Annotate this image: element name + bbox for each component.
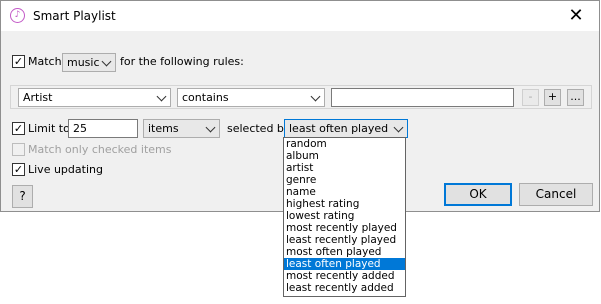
dropdown-option[interactable]: most recently added (284, 270, 405, 282)
dropdown-option[interactable]: least often played (284, 258, 405, 270)
dropdown-option[interactable]: name (284, 186, 405, 198)
live-updating-checkbox[interactable]: ✓ (12, 163, 25, 176)
selected-by-value: least often played (289, 122, 389, 135)
cancel-button[interactable]: Cancel (519, 183, 593, 206)
rule-operator-value: contains (182, 91, 229, 104)
dropdown-option[interactable]: least recently played (284, 234, 405, 246)
chevron-down-icon (310, 91, 321, 102)
limit-checkbox[interactable]: ✓ (12, 122, 25, 135)
selected-by-select[interactable]: least often played (284, 119, 408, 138)
live-updating-label: Live updating (28, 163, 103, 176)
selected-by-dropdown-list: random album artist genre name highest rating… (283, 137, 406, 297)
dropdown-option[interactable]: highest rating (284, 198, 405, 210)
dropdown-option[interactable]: genre (284, 174, 405, 186)
limit-unit-value: items (148, 122, 179, 135)
checkmark-icon: ✓ (13, 163, 24, 176)
chevron-down-icon (393, 122, 404, 133)
remove-rule-button[interactable]: - (522, 89, 539, 106)
dropdown-option[interactable]: most recently played (284, 222, 405, 234)
limit-unit-select[interactable]: items (143, 119, 220, 138)
match-label: Match (28, 55, 62, 68)
limit-amount-input[interactable]: 25 (68, 119, 138, 138)
itunes-icon: ♪ (10, 8, 25, 23)
close-icon: ✕ (568, 5, 584, 26)
chevron-down-icon (156, 91, 167, 102)
chevron-down-icon (205, 122, 216, 133)
add-rule-button[interactable]: + (544, 89, 561, 106)
title-bar: ♪ Smart Playlist ✕ (1, 1, 599, 31)
dropdown-option[interactable]: album (284, 150, 405, 162)
match-checkbox[interactable]: ✓ (12, 55, 25, 68)
rule-value-input[interactable] (331, 88, 514, 107)
rule-field-select[interactable]: Artist (18, 88, 171, 107)
dropdown-option[interactable]: random (284, 138, 405, 150)
dropdown-option[interactable]: most often played (284, 246, 405, 258)
checkmark-icon: ✓ (13, 122, 24, 135)
rule-operator-select[interactable]: contains (177, 88, 325, 107)
match-checked-only-checkbox[interactable] (12, 143, 25, 156)
chevron-down-icon (101, 56, 112, 67)
match-scope-value: music (67, 56, 100, 69)
close-button[interactable]: ✕ (553, 1, 599, 31)
rule-field-value: Artist (23, 91, 53, 104)
ok-button[interactable]: OK (444, 183, 512, 206)
dropdown-option[interactable]: least recently added (284, 282, 405, 294)
match-scope-select[interactable]: music (62, 53, 116, 72)
nested-rule-button[interactable]: ... (567, 89, 584, 106)
match-checked-only-label: Match only checked items (28, 143, 172, 156)
limit-label: Limit to (28, 122, 70, 135)
checkmark-icon: ✓ (13, 55, 24, 68)
match-suffix-label: for the following rules: (120, 55, 244, 68)
dropdown-option[interactable]: artist (284, 162, 405, 174)
selected-by-label: selected by (227, 122, 291, 135)
help-button[interactable]: ? (12, 185, 33, 208)
window-title: Smart Playlist (33, 9, 116, 23)
limit-amount-value: 25 (73, 122, 87, 135)
dropdown-option[interactable]: lowest rating (284, 210, 405, 222)
